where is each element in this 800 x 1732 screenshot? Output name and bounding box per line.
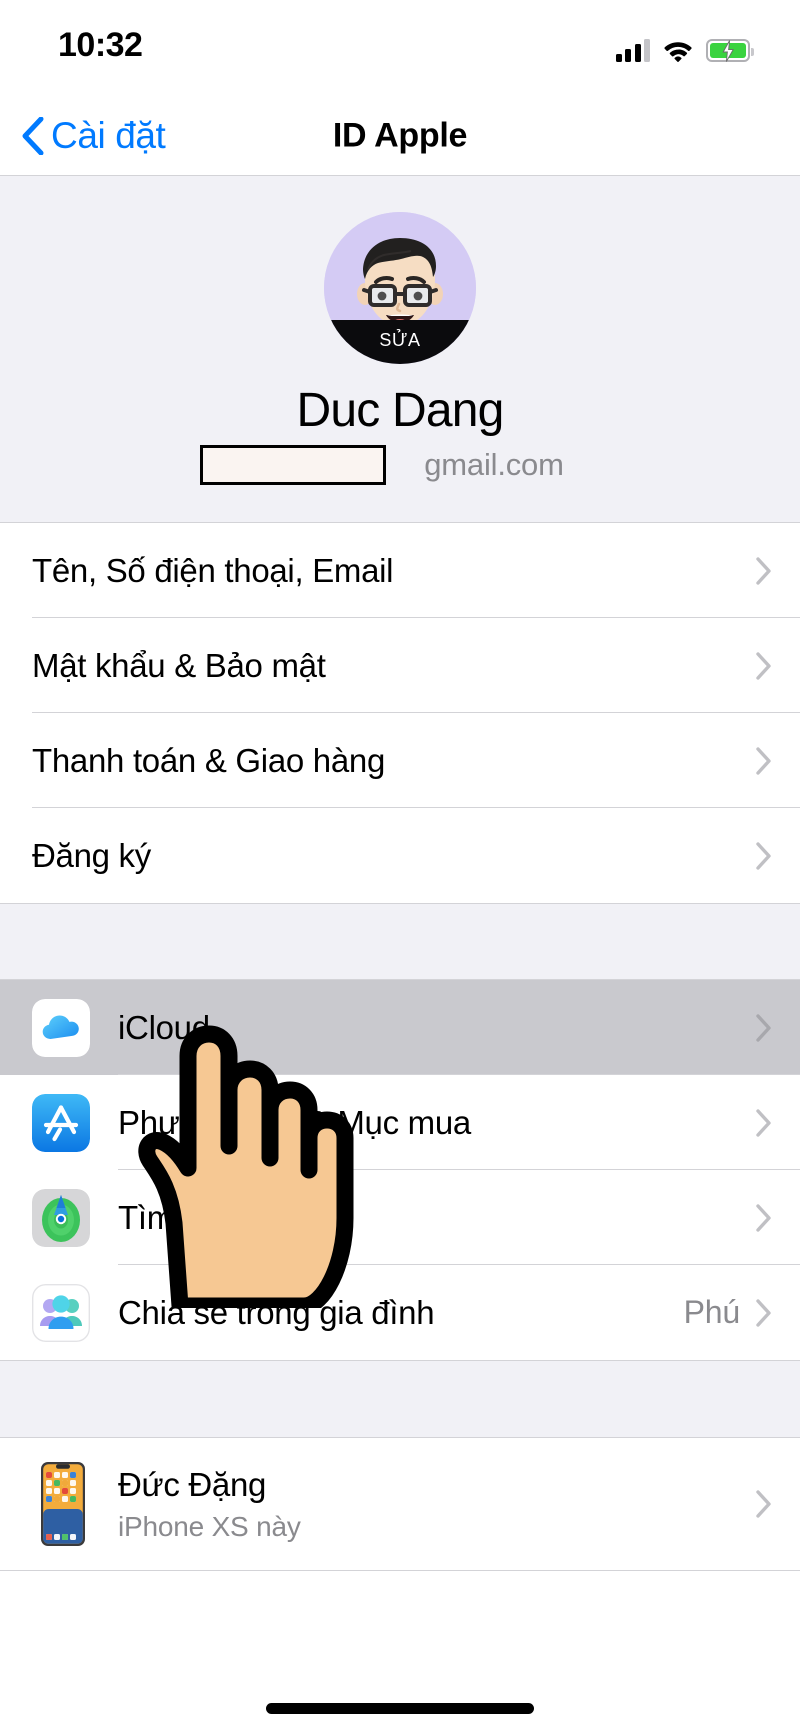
- section-gap-1: [0, 904, 800, 980]
- settings-row-icloud[interactable]: iCloud: [0, 980, 800, 1076]
- app-store-icon: [32, 1093, 90, 1152]
- row-label: Phương tiện & Mục mua: [118, 1103, 471, 1141]
- cellular-bars-icon: [615, 38, 650, 62]
- devices-section: Đức Đặng iPhone XS này: [0, 1437, 800, 1572]
- settings-row-password-security[interactable]: Mật khẩu & Bảo mật: [0, 618, 800, 714]
- profile-name: Duc Dang: [296, 384, 504, 437]
- row-label: Thanh toán & Giao hàng: [32, 741, 386, 779]
- chevron-right-icon: [756, 557, 771, 585]
- iphone-screen: 10:32 Cài đặt ID Apple SỬA Duc Dang gmai…: [0, 0, 800, 1732]
- icloud-icon: [32, 998, 90, 1057]
- status-bar-indicators: [615, 32, 754, 62]
- wifi-icon: [664, 42, 692, 62]
- settings-row-subscriptions[interactable]: Đăng ký: [0, 808, 800, 904]
- row-label: Chia sẻ trong gia đình: [118, 1293, 435, 1331]
- home-indicator-bar: [266, 1703, 534, 1714]
- profile-header: SỬA Duc Dang gmail.com: [0, 176, 800, 523]
- device-name: Đức Đặng: [118, 1465, 267, 1503]
- settings-row-device[interactable]: Đức Đặng iPhone XS này: [0, 1438, 800, 1571]
- chevron-right-icon: [756, 1204, 771, 1232]
- row-value: Phú: [683, 1294, 741, 1331]
- settings-row-family-sharing[interactable]: Chia sẻ trong gia đình Phú: [0, 1265, 800, 1361]
- settings-row-find-my[interactable]: Tìm: [0, 1170, 800, 1266]
- chevron-right-icon: [756, 1014, 771, 1042]
- battery-charging-icon: [706, 39, 754, 62]
- device-model: iPhone XS này: [118, 1511, 301, 1543]
- chevron-right-icon: [756, 1299, 771, 1327]
- row-label: iCloud: [118, 1008, 210, 1046]
- navigation-bar: Cài đặt ID Apple: [0, 96, 800, 176]
- family-sharing-icon: [32, 1283, 90, 1342]
- chevron-right-icon: [756, 747, 771, 775]
- chevron-right-icon: [756, 1109, 771, 1137]
- row-label: Tìm: [118, 1198, 174, 1236]
- settings-row-name-phone-email[interactable]: Tên, Số điện thoại, Email: [0, 523, 800, 619]
- row-label: Tên, Số điện thoại, Email: [32, 551, 394, 589]
- row-label: Đăng ký: [32, 836, 151, 874]
- settings-row-payment-shipping[interactable]: Thanh toán & Giao hàng: [0, 713, 800, 809]
- email-redaction-box: [200, 445, 386, 486]
- section-gap-2: [0, 1361, 800, 1438]
- chevron-right-icon: [756, 652, 771, 680]
- chevron-right-icon: [756, 842, 771, 870]
- chevron-right-icon: [756, 1490, 771, 1519]
- avatar[interactable]: SỬA: [324, 212, 476, 364]
- device-info: Đức Đặng iPhone XS này: [118, 1465, 756, 1544]
- status-bar-time: 10:32: [58, 26, 143, 64]
- status-bar: 10:32: [0, 0, 800, 96]
- iphone-device-icon: [41, 1462, 85, 1547]
- settings-row-media-purchases[interactable]: Phương tiện & Mục mua: [0, 1075, 800, 1171]
- avatar-edit-label[interactable]: SỬA: [324, 320, 476, 364]
- find-my-icon: [32, 1188, 90, 1247]
- profile-email-row: gmail.com: [0, 442, 800, 488]
- account-section: Tên, Số điện thoại, Email Mật khẩu & Bảo…: [0, 522, 800, 905]
- services-section: iCloud Phương tiện & Mục mua Tìm Chia sẻ…: [0, 979, 800, 1362]
- page-title: ID Apple: [332, 116, 468, 154]
- row-label: Mật khẩu & Bảo mật: [32, 646, 326, 684]
